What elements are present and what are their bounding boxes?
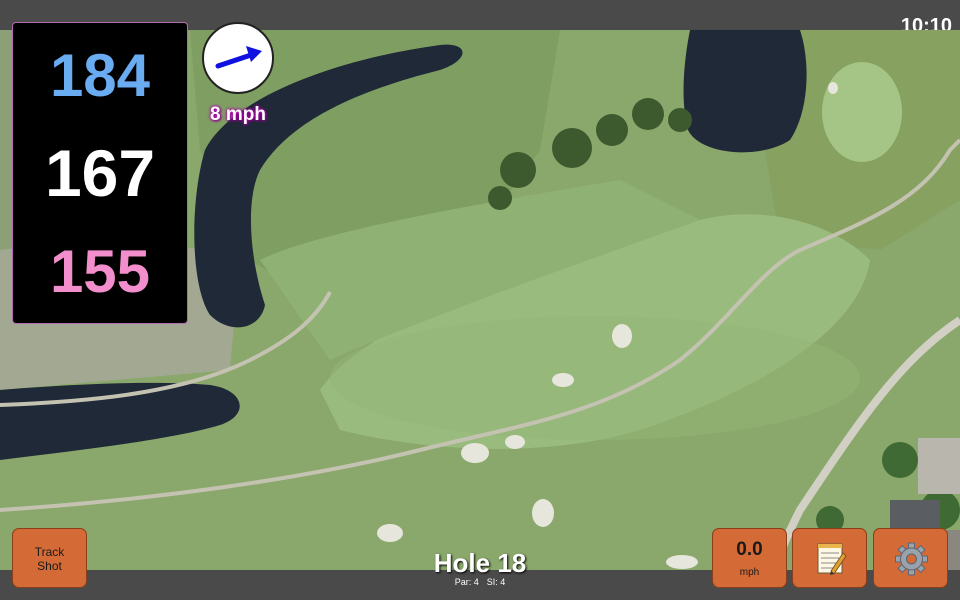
gear-icon: [895, 542, 928, 576]
hole-title: Hole 18: [433, 548, 527, 578]
notepad-icon: [817, 543, 847, 575]
hole-par: Par: 4: [454, 577, 479, 587]
front-yardage: 155: [49, 238, 151, 305]
wind-direction-arrow-icon: [215, 46, 262, 69]
track-shot-label-line2: Shot: [37, 559, 62, 573]
notes-button[interactable]: [792, 528, 867, 588]
wind-speed-label: 8 mph: [210, 104, 266, 125]
track-shot-button[interactable]: Track Shot: [12, 528, 87, 588]
settings-button[interactable]: [873, 528, 948, 588]
back-yardage: 184: [49, 42, 151, 109]
wind-direction-indicator: [202, 22, 274, 94]
middle-yardage: 167: [44, 136, 156, 210]
track-shot-label-line1: Track: [34, 545, 65, 559]
speed-button[interactable]: 0.0 mph: [712, 528, 787, 588]
speed-unit: mph: [739, 567, 760, 578]
speed-value: 0.0: [736, 539, 763, 560]
hole-stroke-index: SI: 4: [486, 577, 506, 587]
hole-info: Par: 4 SI: 4: [420, 577, 540, 587]
yardage-panel: 184 167 155: [12, 22, 188, 324]
